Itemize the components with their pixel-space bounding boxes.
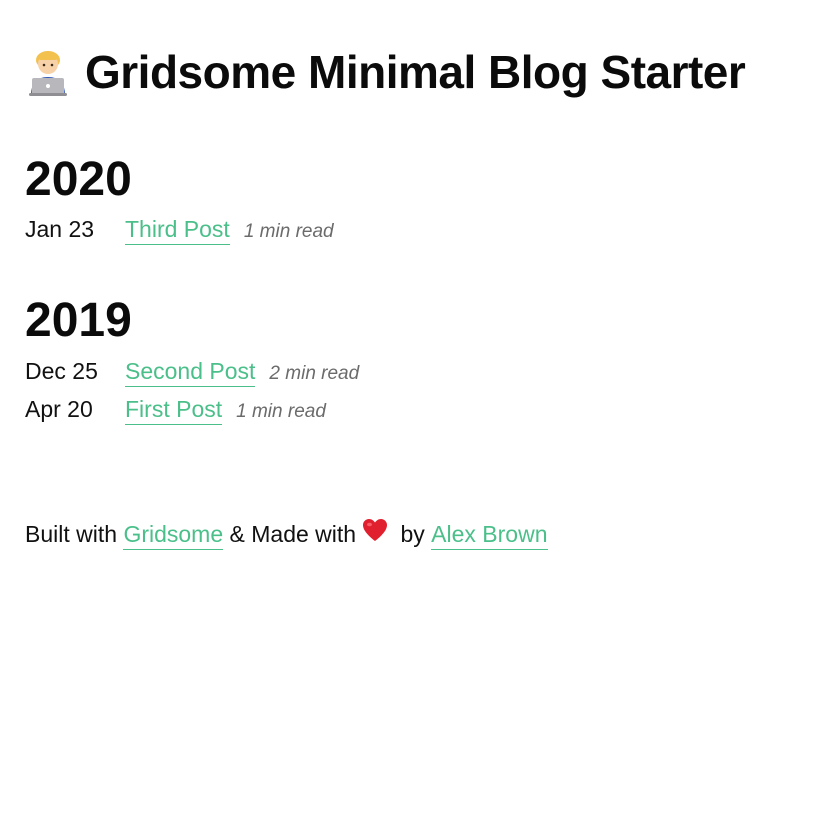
footer-built-with-text: Built with bbox=[25, 521, 118, 547]
site-footer: Built with Gridsome & Made with by Alex … bbox=[25, 518, 548, 550]
site-header: Gridsome Minimal Blog Starter bbox=[25, 42, 746, 102]
site-title: Gridsome Minimal Blog Starter bbox=[85, 46, 746, 98]
post-row: Dec 25 Second Post 2 min read bbox=[25, 358, 359, 392]
post-row: Jan 23 Third Post 1 min read bbox=[25, 216, 334, 250]
post-read-time: 2 min read bbox=[269, 363, 360, 384]
post-date: Dec 25 bbox=[25, 358, 98, 384]
footer-made-with-text: & Made with bbox=[229, 521, 357, 547]
post-read-time: 1 min read bbox=[236, 401, 326, 422]
year-heading-2019: 2019 bbox=[25, 294, 132, 347]
post-link-third-post[interactable]: Third Post bbox=[125, 216, 230, 245]
post-date: Jan 23 bbox=[25, 216, 95, 242]
post-read-time: 1 min read bbox=[243, 221, 334, 242]
post-link-first-post[interactable]: First Post bbox=[125, 396, 223, 425]
year-heading-2020: 2020 bbox=[25, 153, 132, 206]
gridsome-link[interactable]: Gridsome bbox=[123, 521, 224, 550]
post-row: Apr 20 First Post 1 min read bbox=[25, 396, 326, 430]
blog-page: Gridsome Minimal Blog Starter 2020 Jan 2… bbox=[0, 0, 840, 840]
heart-icon bbox=[362, 518, 388, 542]
post-date: Apr 20 bbox=[25, 396, 93, 422]
footer-by-text: by bbox=[400, 521, 425, 547]
author-link[interactable]: Alex Brown bbox=[431, 521, 548, 550]
post-link-second-post[interactable]: Second Post bbox=[125, 358, 256, 387]
man-technologist-icon bbox=[25, 47, 71, 97]
